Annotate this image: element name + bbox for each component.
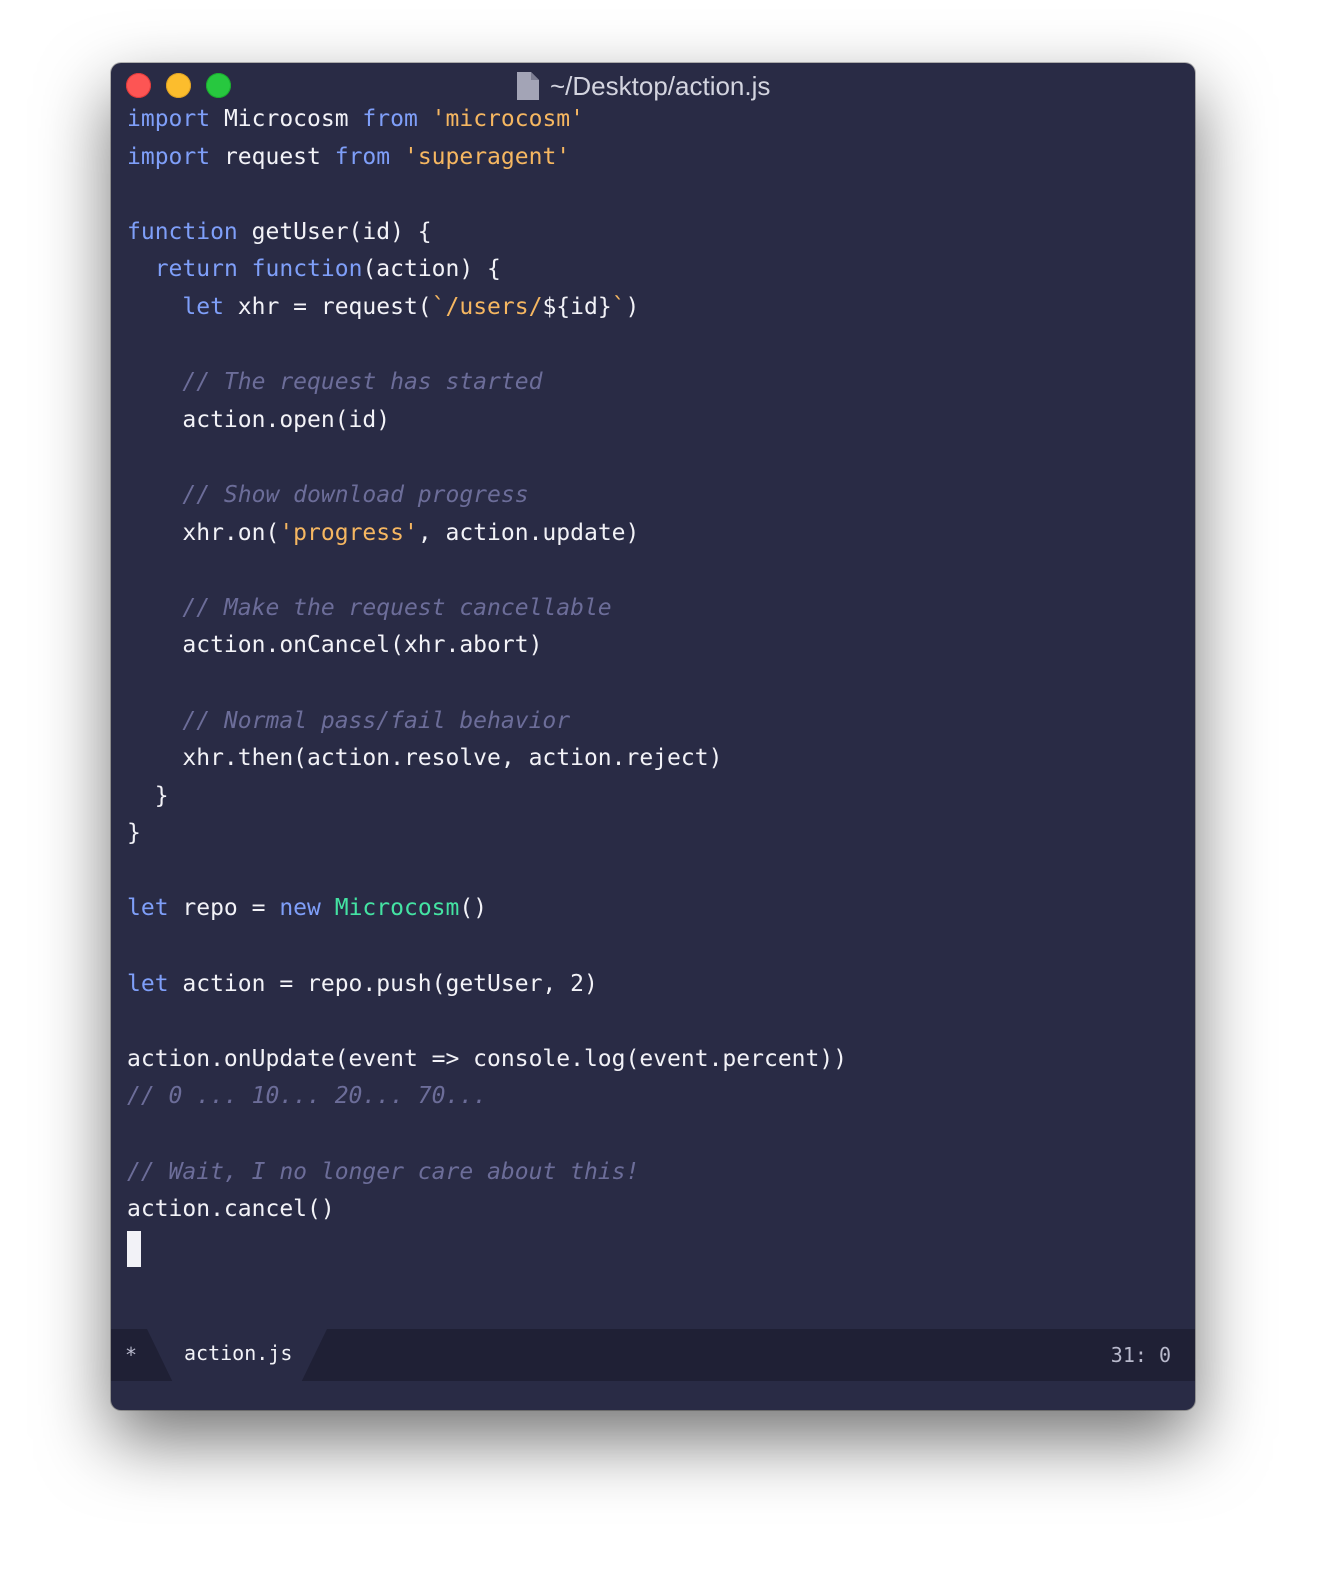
tab-action-js[interactable]: action.js bbox=[147, 1329, 327, 1381]
code-token: // Make the request cancellable bbox=[182, 594, 612, 621]
code-token: // Show download progress bbox=[182, 481, 529, 508]
code-token: `/users/ bbox=[431, 293, 543, 320]
window-title: ~/Desktop/action.js bbox=[516, 71, 770, 101]
code-token: // The request has started bbox=[182, 369, 543, 396]
code-token: getUser(id) { bbox=[237, 218, 432, 245]
code-line: action.onCancel(xhr.abort) bbox=[127, 627, 847, 665]
code-token: import bbox=[127, 106, 211, 132]
code-token: function bbox=[127, 218, 238, 245]
code-line: let xhr = request(`/users/${id}`) bbox=[127, 289, 847, 327]
code-line: action.onUpdate(event => console.log(eve… bbox=[127, 1041, 847, 1079]
code-token: from bbox=[362, 106, 418, 132]
code-token: (action) { bbox=[362, 256, 501, 283]
code-line: } bbox=[127, 778, 847, 816]
code-token: xhr = request( bbox=[223, 293, 432, 320]
code-token: let bbox=[127, 970, 169, 997]
code-token: action = repo.push(getUser, 2) bbox=[168, 970, 598, 997]
code-token: xhr.on( bbox=[127, 519, 280, 546]
document-icon bbox=[517, 72, 539, 100]
code-line: action.cancel() bbox=[127, 1191, 847, 1229]
code-token: 'superagent' bbox=[403, 143, 571, 170]
code-token: function bbox=[251, 256, 363, 283]
code-token: action.onCancel(xhr.abort) bbox=[127, 632, 543, 659]
code-token: new bbox=[279, 895, 321, 922]
code-line: } bbox=[127, 815, 847, 853]
maximize-window-button[interactable] bbox=[206, 73, 231, 98]
cursor-position: 31: 0 bbox=[1110, 1343, 1171, 1367]
code-token: } bbox=[127, 820, 141, 847]
code-token: Microcosm bbox=[210, 106, 363, 132]
code-token: action.onUpdate(event => console.log(eve… bbox=[127, 1045, 848, 1072]
code-line: let repo = new Microcosm() bbox=[127, 890, 847, 928]
close-window-button[interactable] bbox=[126, 73, 151, 98]
code-token: 'progress' bbox=[279, 519, 418, 546]
code-token: action.cancel() bbox=[127, 1196, 335, 1223]
code-token: from bbox=[334, 143, 391, 170]
code-line: import request from 'superagent' bbox=[127, 139, 847, 177]
code-line: let action = repo.push(getUser, 2) bbox=[127, 966, 847, 1004]
code-token: repo = bbox=[168, 895, 280, 922]
code-token: // 0 ... 10... 20... 70... bbox=[127, 1083, 488, 1110]
code-line: action.open(id) bbox=[127, 402, 847, 440]
window-title-text: ~/Desktop/action.js bbox=[550, 70, 771, 101]
code-line: // Show download progress bbox=[127, 477, 847, 515]
code-line: function getUser(id) { bbox=[127, 214, 847, 252]
code-token: } bbox=[127, 782, 169, 809]
text-cursor bbox=[127, 1230, 141, 1267]
code-line: // 0 ... 10... 20... 70... bbox=[127, 1078, 847, 1116]
code-token: // Normal pass/fail behavior bbox=[182, 707, 571, 734]
code-line bbox=[127, 1229, 847, 1267]
code-token: () bbox=[459, 895, 488, 922]
code-line: import Microcosm from 'microcosm' bbox=[127, 101, 847, 139]
code-token: return bbox=[154, 256, 238, 283]
modified-indicator: * bbox=[125, 1343, 138, 1367]
code-token: request bbox=[210, 143, 335, 170]
minimize-window-button[interactable] bbox=[166, 73, 191, 98]
editor-window: ~/Desktop/action.js import Microcosm fro… bbox=[111, 63, 1195, 1410]
code-line: // Normal pass/fail behavior bbox=[127, 703, 847, 741]
code-line: return function(action) { bbox=[127, 251, 847, 289]
code-token: ${id} bbox=[542, 293, 612, 320]
code-token: import bbox=[127, 143, 211, 170]
code-line: // Make the request cancellable bbox=[127, 590, 847, 628]
code-token: Microcosm bbox=[334, 895, 460, 922]
code-token: let bbox=[182, 293, 224, 320]
tab-label: action.js bbox=[184, 1341, 293, 1365]
code-line: xhr.then(action.resolve, action.reject) bbox=[127, 740, 847, 778]
code-token: ) bbox=[625, 293, 640, 320]
status-bar: * action.js 31: 0 bbox=[111, 1329, 1195, 1381]
code-line: xhr.on('progress', action.update) bbox=[127, 515, 847, 553]
code-line: // The request has started bbox=[127, 364, 847, 402]
code-token: ` bbox=[611, 293, 626, 320]
code-token: 'microcosm' bbox=[431, 106, 584, 132]
code-token: let bbox=[127, 895, 169, 922]
code-token: xhr.then(action.resolve, action.reject) bbox=[127, 745, 723, 772]
code-token: // Wait, I no longer care about this! bbox=[127, 1158, 640, 1185]
code-token: action.open(id) bbox=[127, 406, 391, 433]
code-editor[interactable]: import Microcosm from 'microcosm' import … bbox=[127, 101, 847, 1267]
code-line: // Wait, I no longer care about this! bbox=[127, 1154, 847, 1192]
code-token: , action.update) bbox=[417, 519, 640, 546]
